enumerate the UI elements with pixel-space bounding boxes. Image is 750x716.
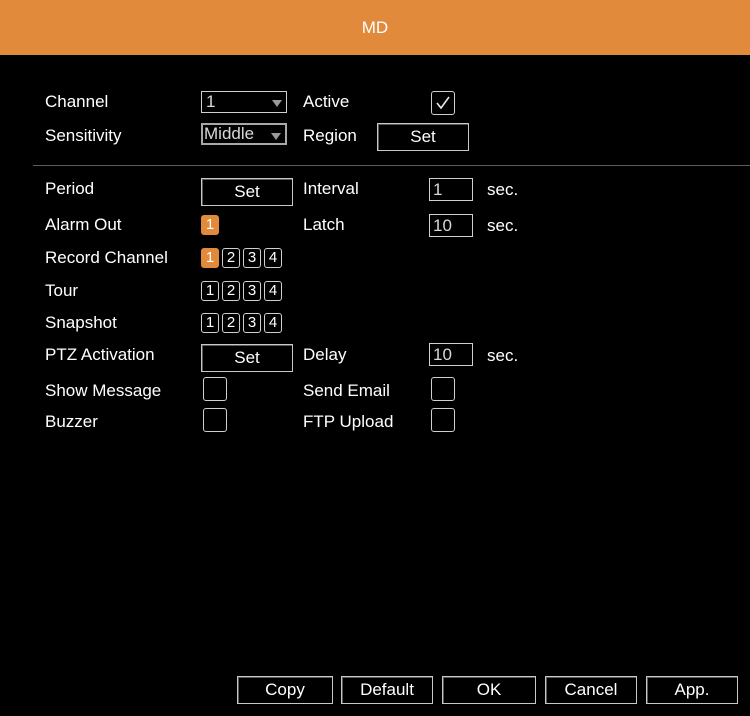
latch-unit: sec. (487, 216, 519, 235)
record-channel-3[interactable]: 3 (243, 248, 261, 268)
snapshot-channel-3[interactable]: 3 (243, 313, 261, 333)
snapshot-channel-2[interactable]: 2 (222, 313, 240, 333)
alarm-out-label: Alarm Out (45, 215, 122, 234)
delay-label: Delay (303, 345, 347, 364)
record-channel-2[interactable]: 2 (222, 248, 240, 268)
sensitivity-select[interactable]: Middle (201, 123, 287, 145)
period-set-button[interactable]: Set (201, 178, 293, 206)
apply-button[interactable]: App. (646, 676, 738, 704)
alarm-out-channel[interactable]: 1 (201, 215, 219, 235)
snapshot-channels: 1 2 3 4 (201, 313, 282, 333)
window-title: MD (361, 17, 389, 37)
latch-label: Latch (303, 215, 345, 234)
tour-channels: 1 2 3 4 (201, 281, 282, 301)
sensitivity-label: Sensitivity (45, 126, 122, 145)
region-label: Region (303, 126, 357, 145)
title-bar: MD (0, 0, 750, 55)
delay-input[interactable]: 10 (429, 343, 473, 366)
md-dialog: MD Channel 1 Active Sensitivity Middle R… (0, 0, 750, 716)
channel-label: Channel (45, 92, 109, 111)
record-channel-1[interactable]: 1 (201, 248, 219, 268)
tour-channel-3[interactable]: 3 (243, 281, 261, 301)
record-channels: 1 2 3 4 (201, 248, 282, 268)
active-label: Active (303, 92, 350, 111)
show-message-label: Show Message (45, 381, 162, 400)
ptz-activation-label: PTZ Activation (45, 345, 155, 364)
snapshot-channel-1[interactable]: 1 (201, 313, 219, 333)
send-email-label: Send Email (303, 381, 390, 400)
ftp-upload-checkbox[interactable] (431, 408, 455, 432)
alarm-out-channels: 1 (201, 215, 219, 235)
region-set-button[interactable]: Set (377, 123, 469, 151)
buzzer-checkbox[interactable] (203, 408, 227, 432)
cancel-button[interactable]: Cancel (545, 676, 637, 704)
snapshot-label: Snapshot (45, 313, 117, 332)
buzzer-label: Buzzer (45, 412, 98, 431)
chevron-down-icon (272, 100, 282, 107)
channel-select[interactable]: 1 (201, 91, 287, 113)
record-channel-label: Record Channel (45, 248, 168, 267)
tour-channel-4[interactable]: 4 (264, 281, 282, 301)
interval-input[interactable]: 1 (429, 178, 473, 201)
latch-input[interactable]: 10 (429, 214, 473, 237)
tour-channel-2[interactable]: 2 (222, 281, 240, 301)
section-divider (33, 165, 750, 166)
sensitivity-value: Middle (204, 124, 255, 143)
tour-label: Tour (45, 281, 79, 300)
active-checkbox[interactable] (431, 91, 455, 115)
ptz-set-button[interactable]: Set (201, 344, 293, 372)
channel-value: 1 (206, 92, 216, 111)
send-email-checkbox[interactable] (431, 377, 455, 401)
checkmark-icon (436, 96, 450, 110)
interval-label: Interval (303, 179, 359, 198)
delay-unit: sec. (487, 346, 519, 365)
tour-channel-1[interactable]: 1 (201, 281, 219, 301)
ok-button[interactable]: OK (442, 676, 536, 704)
default-button[interactable]: Default (341, 676, 433, 704)
show-message-checkbox[interactable] (203, 377, 227, 401)
ftp-upload-label: FTP Upload (303, 412, 394, 431)
period-label: Period (45, 179, 95, 198)
record-channel-4[interactable]: 4 (264, 248, 282, 268)
chevron-down-icon (271, 133, 281, 140)
copy-button[interactable]: Copy (237, 676, 333, 704)
interval-unit: sec. (487, 180, 519, 199)
snapshot-channel-4[interactable]: 4 (264, 313, 282, 333)
